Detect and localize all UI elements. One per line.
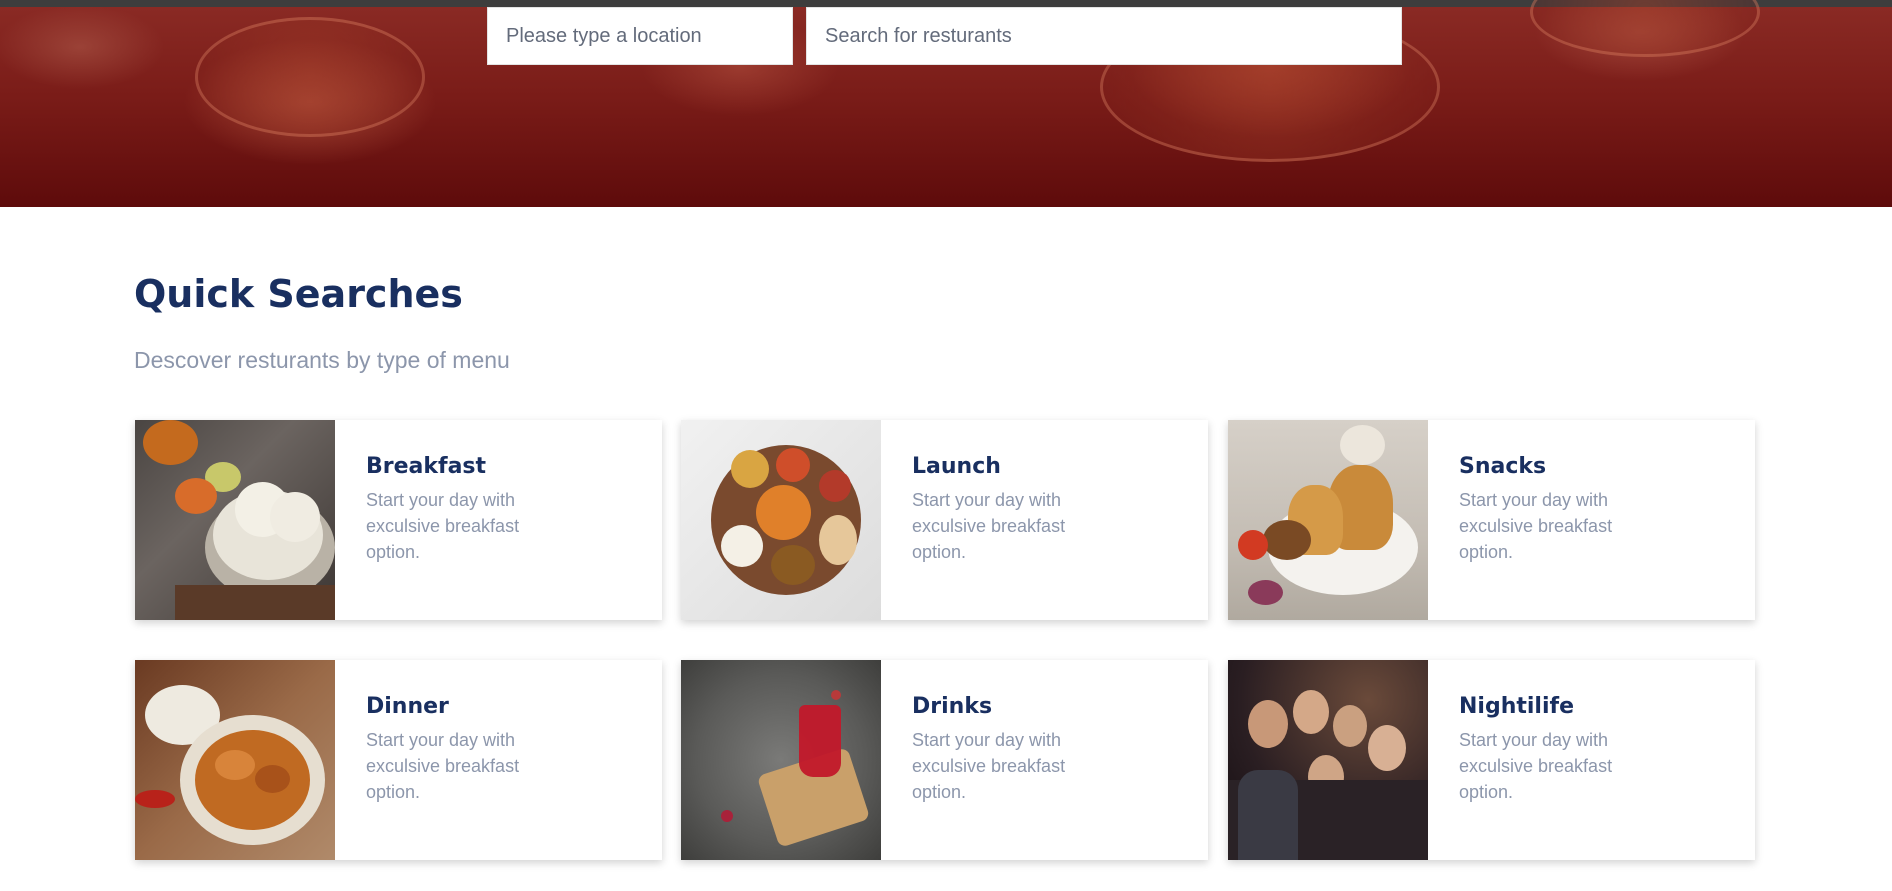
hero-plate-decoration [1530,0,1760,57]
card-title: Breakfast [366,454,487,479]
breakfast-image [135,420,335,620]
card-description: Start your day with exculsive breakfast … [1459,490,1613,562]
restaurant-search-box[interactable] [806,7,1402,65]
restaurant-search-input[interactable] [825,8,1383,64]
card-description: Start your day with exculsive breakfast … [912,490,1066,562]
card-title: Launch [912,454,1001,479]
hero-plate-decoration [195,17,425,137]
quick-search-card-drinks[interactable]: Drinks Start your day with exculsive bre… [681,660,1208,860]
location-search-box[interactable] [487,7,793,65]
card-description: Start your day with exculsive breakfast … [366,490,520,562]
nightilife-image [1228,660,1428,860]
card-title: Dinner [366,694,449,719]
drinks-image [681,660,881,860]
section-subtitle: Descover resturants by type of menu [134,347,510,373]
location-input[interactable] [506,8,774,64]
quick-search-card-nightilife[interactable]: Nightilife Start your day with exculsive… [1228,660,1755,860]
quick-search-card-launch[interactable]: Launch Start your day with exculsive bre… [681,420,1208,620]
quick-search-card-breakfast[interactable]: Breakfast Start your day with exculsive … [135,420,662,620]
snacks-image [1228,420,1428,620]
card-title: Nightilife [1459,694,1574,719]
launch-image [681,420,881,620]
section-title: Quick Searches [134,272,463,316]
card-description: Start your day with exculsive breakfast … [1459,730,1613,802]
card-description: Start your day with exculsive breakfast … [912,730,1066,802]
quick-search-card-snacks[interactable]: Snacks Start your day with exculsive bre… [1228,420,1755,620]
card-title: Snacks [1459,454,1547,479]
card-title: Drinks [912,694,993,719]
quick-search-card-dinner[interactable]: Dinner Start your day with exculsive bre… [135,660,662,860]
card-description: Start your day with exculsive breakfast … [366,730,520,802]
dinner-image [135,660,335,860]
